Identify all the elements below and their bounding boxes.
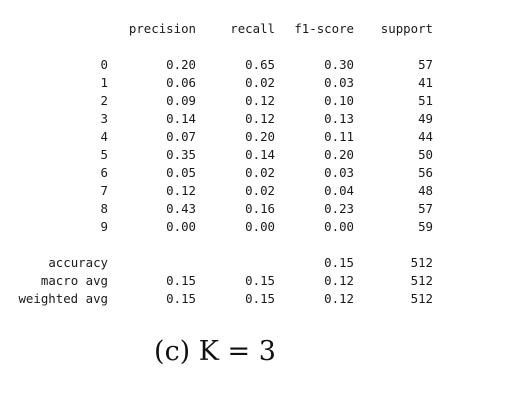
header-support: support <box>380 21 433 36</box>
support-value: 48 <box>418 183 433 198</box>
row-label: 7 <box>100 183 108 198</box>
table-row: 1 0.06 0.02 0.03 41 <box>0 74 521 92</box>
precision-value: 0.15 <box>166 291 196 306</box>
f1-score-value: 0.00 <box>324 219 354 234</box>
table-row: 2 0.09 0.12 0.10 51 <box>0 92 521 110</box>
table-row: 5 0.35 0.14 0.20 50 <box>0 146 521 164</box>
header-precision: precision <box>128 21 196 36</box>
row-label: accuracy <box>48 255 108 270</box>
f1-score-value: 0.30 <box>324 57 354 72</box>
f1-score-value: 0.23 <box>324 201 354 216</box>
support-value: 41 <box>418 75 433 90</box>
header-recall: recall <box>230 21 275 36</box>
support-value: 57 <box>418 201 433 216</box>
support-value: 56 <box>418 165 433 180</box>
recall-value: 0.12 <box>245 111 275 126</box>
support-value: 44 <box>418 129 433 144</box>
header-f1-score: f1-score <box>294 21 354 36</box>
figure-caption: (c) K = 3 <box>154 336 276 367</box>
precision-value: 0.14 <box>166 111 196 126</box>
row-label: 8 <box>100 201 108 216</box>
recall-value: 0.15 <box>245 291 275 306</box>
f1-score-value: 0.12 <box>324 291 354 306</box>
row-label: 6 <box>100 165 108 180</box>
precision-value: 0.35 <box>166 147 196 162</box>
support-value: 512 <box>410 291 433 306</box>
f1-score-value: 0.12 <box>324 273 354 288</box>
support-value: 51 <box>418 93 433 108</box>
precision-value: 0.00 <box>166 219 196 234</box>
f1-score-value: 0.13 <box>324 111 354 126</box>
table-row: 8 0.43 0.16 0.23 57 <box>0 200 521 218</box>
recall-value: 0.02 <box>245 75 275 90</box>
f1-score-value: 0.03 <box>324 75 354 90</box>
precision-value: 0.15 <box>166 273 196 288</box>
table-row: 4 0.07 0.20 0.11 44 <box>0 128 521 146</box>
row-label: 0 <box>100 57 108 72</box>
recall-value: 0.14 <box>245 147 275 162</box>
row-label: 3 <box>100 111 108 126</box>
recall-value: 0.12 <box>245 93 275 108</box>
f1-score-value: 0.10 <box>324 93 354 108</box>
table-row: 9 0.00 0.00 0.00 59 <box>0 218 521 236</box>
row-label: 5 <box>100 147 108 162</box>
f1-score-value: 0.11 <box>324 129 354 144</box>
support-value: 50 <box>418 147 433 162</box>
row-label: weighted avg <box>18 291 108 306</box>
precision-value: 0.12 <box>166 183 196 198</box>
recall-value: 0.15 <box>245 273 275 288</box>
support-value: 512 <box>410 273 433 288</box>
summary-row: accuracy 0.15 512 <box>0 254 521 272</box>
support-value: 59 <box>418 219 433 234</box>
recall-value: 0.16 <box>245 201 275 216</box>
f1-score-value: 0.15 <box>324 255 354 270</box>
row-label: 1 <box>100 75 108 90</box>
f1-score-value: 0.04 <box>324 183 354 198</box>
table-row: 6 0.05 0.02 0.03 56 <box>0 164 521 182</box>
summary-row: weighted avg 0.15 0.15 0.12 512 <box>0 290 521 308</box>
table-row: 7 0.12 0.02 0.04 48 <box>0 182 521 200</box>
precision-value: 0.43 <box>166 201 196 216</box>
row-label: macro avg <box>40 273 108 288</box>
table-row: 3 0.14 0.12 0.13 49 <box>0 110 521 128</box>
support-value: 57 <box>418 57 433 72</box>
support-value: 512 <box>410 255 433 270</box>
recall-value: 0.02 <box>245 183 275 198</box>
recall-value: 0.02 <box>245 165 275 180</box>
precision-value: 0.05 <box>166 165 196 180</box>
row-label: 4 <box>100 129 108 144</box>
recall-value: 0.65 <box>245 57 275 72</box>
row-label: 9 <box>100 219 108 234</box>
recall-value: 0.00 <box>245 219 275 234</box>
support-value: 49 <box>418 111 433 126</box>
table-row: 0 0.20 0.65 0.30 57 <box>0 56 521 74</box>
f1-score-value: 0.03 <box>324 165 354 180</box>
row-label: 2 <box>100 93 108 108</box>
recall-value: 0.20 <box>245 129 275 144</box>
precision-value: 0.07 <box>166 129 196 144</box>
summary-row: macro avg 0.15 0.15 0.12 512 <box>0 272 521 290</box>
f1-score-value: 0.20 <box>324 147 354 162</box>
precision-value: 0.06 <box>166 75 196 90</box>
header-row: precision recall f1-score support <box>0 20 521 38</box>
precision-value: 0.20 <box>166 57 196 72</box>
precision-value: 0.09 <box>166 93 196 108</box>
classification-report: precision recall f1-score support 0 0.20 0… <box>0 0 521 320</box>
